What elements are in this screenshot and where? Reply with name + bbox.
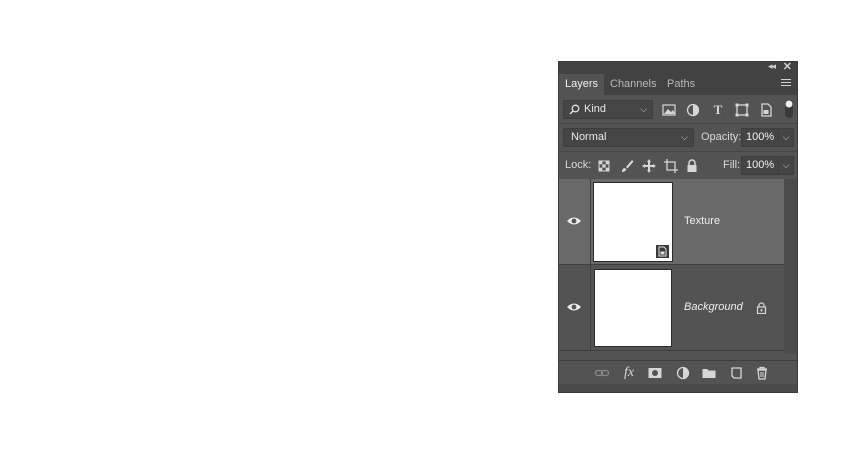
layer-row-background[interactable]: Background (559, 265, 784, 351)
opacity-chevron-icon[interactable]: ⌵ (778, 128, 794, 147)
opacity-input[interactable]: 100% (741, 128, 779, 147)
fill-input[interactable]: 100% (741, 156, 779, 175)
fill-label: Fill: (723, 159, 741, 171)
type-filter-icon[interactable]: T (710, 102, 726, 118)
new-group-icon[interactable] (701, 365, 717, 381)
link-layers-icon[interactable] (594, 365, 610, 381)
collapse-panel-icon[interactable]: ◂◂ (768, 61, 776, 72)
layer-row-texture[interactable]: Texture (559, 179, 784, 265)
fx-icon[interactable]: fx (621, 365, 637, 381)
opacity-label: Opacity: (701, 131, 742, 143)
blend-row: Normal ⌵ Opacity: 100% ⌵ (559, 123, 797, 152)
filter-kind-dropdown[interactable]: Kind ⌵ (563, 100, 653, 119)
fill-chevron-icon[interactable]: ⌵ (778, 156, 794, 175)
panel-title-bar: ◂◂ ✕ (559, 60, 797, 74)
panel-resize-grip[interactable] (559, 384, 797, 392)
eye-column-divider (590, 179, 591, 265)
visibility-eye-icon[interactable] (566, 215, 582, 227)
lock-artboard-icon[interactable] (663, 158, 679, 174)
layer-thumbnail[interactable] (593, 182, 673, 262)
layers-panel: ◂◂ ✕ Layers Channels Paths Kind ⌵ T Norm… (558, 61, 798, 393)
layers-bottom-toolbar: fx (559, 360, 797, 385)
blend-mode-dropdown[interactable]: Normal ⌵ (563, 128, 694, 147)
filter-toggle-icon[interactable] (784, 99, 794, 119)
visibility-eye-icon[interactable] (566, 301, 582, 313)
new-adjustment-layer-icon[interactable] (675, 365, 691, 381)
chevron-down-icon: ⌵ (681, 132, 688, 142)
close-panel-icon[interactable]: ✕ (783, 60, 792, 73)
blend-mode-value: Normal (571, 131, 607, 143)
panel-menu-icon[interactable] (781, 79, 791, 88)
lock-transparent-pixels-icon[interactable] (596, 158, 612, 174)
layer-list: Texture Background (559, 179, 784, 354)
lock-position-icon[interactable] (641, 158, 657, 174)
tab-paths[interactable]: Paths (661, 74, 701, 95)
filter-kind-label: Kind (584, 103, 607, 115)
image-filter-icon[interactable] (661, 102, 677, 118)
lock-all-icon[interactable] (684, 158, 700, 174)
tab-layers[interactable]: Layers (559, 74, 605, 95)
layer-name[interactable]: Texture (684, 215, 720, 227)
search-icon (569, 104, 580, 115)
smart-object-filter-icon[interactable] (758, 102, 774, 118)
layer-thumbnail[interactable] (594, 269, 672, 347)
new-layer-icon[interactable] (728, 365, 744, 381)
tab-channels[interactable]: Channels (604, 74, 662, 95)
lock-label: Lock: (565, 159, 592, 171)
chevron-down-icon: ⌵ (640, 104, 647, 114)
layer-name[interactable]: Background (684, 301, 743, 313)
panel-tabs: Layers Channels Paths (559, 74, 797, 95)
eye-column-divider (590, 265, 591, 351)
shape-filter-icon[interactable] (734, 102, 750, 118)
lock-row: Lock: Fill: 100% ⌵ (559, 151, 797, 180)
lock-image-pixels-icon[interactable] (619, 158, 635, 174)
add-mask-icon[interactable] (647, 365, 663, 381)
layer-lock-icon[interactable] (756, 302, 767, 314)
adjustment-filter-icon[interactable] (685, 102, 701, 118)
delete-layer-icon[interactable] (754, 365, 770, 381)
filter-row: Kind ⌵ T (559, 95, 797, 123)
layer-list-scrollbar[interactable] (784, 179, 797, 354)
smart-object-badge-icon (656, 245, 669, 258)
